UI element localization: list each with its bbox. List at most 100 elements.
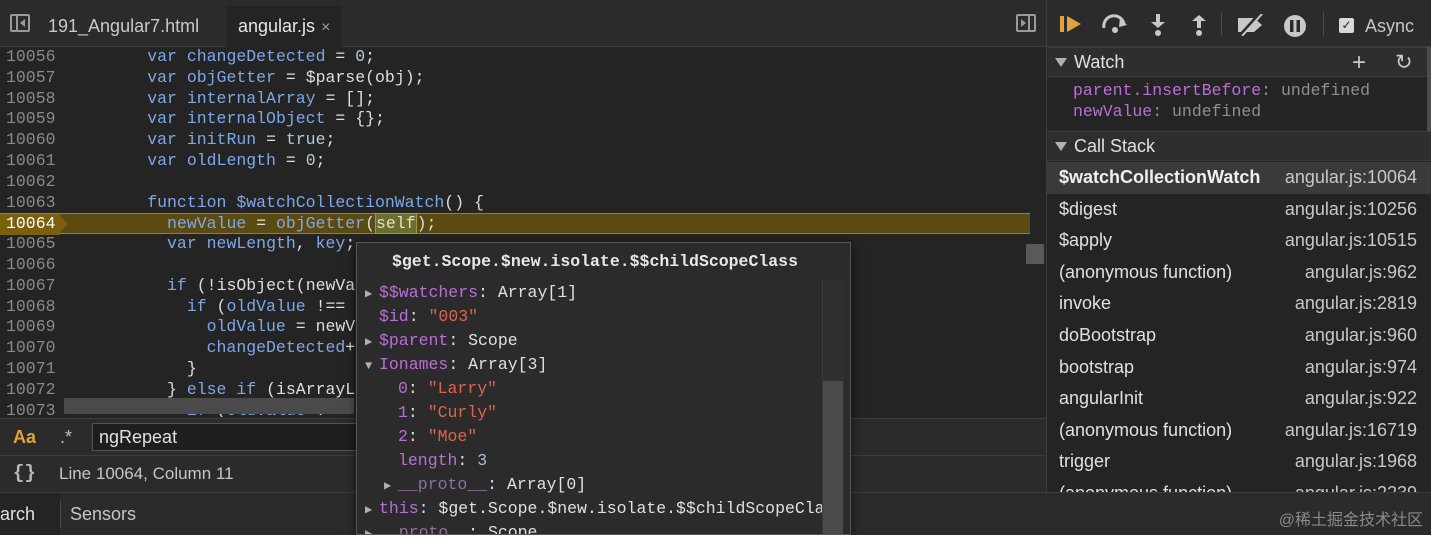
property-row[interactable]: 1: "Curly" <box>384 401 497 425</box>
drawer-tab-search[interactable]: arch <box>0 493 60 535</box>
resume-icon[interactable] <box>1059 14 1085 34</box>
frame-location-link[interactable]: angular.js:10515 <box>1285 225 1417 257</box>
code-line[interactable]: 10058 var internalArray = []; <box>0 89 1030 110</box>
property-row[interactable]: 0: "Larry" <box>384 377 497 401</box>
popover-scrollbar-thumb[interactable] <box>823 381 843 534</box>
call-frame[interactable]: trigger angular.js:1968 <box>1047 446 1431 478</box>
property-row[interactable]: ▼ Ionames: Array[3] <box>365 353 547 377</box>
regex-toggle[interactable]: .* <box>60 427 72 448</box>
frame-location-link[interactable]: angular.js:2819 <box>1295 288 1417 320</box>
watch-section-header[interactable]: Watch + ↻ <box>1047 47 1431 77</box>
call-frame[interactable]: (anonymous function) angular.js:16719 <box>1047 415 1431 447</box>
watch-item[interactable]: newValue: undefined <box>1073 101 1261 122</box>
tab-191-angular7-html[interactable]: 191_Angular7.html <box>36 6 226 47</box>
frame-location-link[interactable]: angular.js:960 <box>1305 320 1417 352</box>
line-number[interactable]: 10067 <box>0 276 62 297</box>
frame-location-link[interactable]: angular.js:922 <box>1305 383 1417 415</box>
async-checkbox[interactable]: ✓ <box>1339 18 1354 33</box>
frame-location-link[interactable]: angular.js:1968 <box>1295 446 1417 478</box>
property-row[interactable]: ▶ $parent: Scope <box>365 329 518 353</box>
line-number[interactable]: 10057 <box>0 68 62 89</box>
step-over-icon[interactable] <box>1101 14 1129 34</box>
frame-function-name: (anonymous function) <box>1059 419 1233 440</box>
watch-item[interactable]: parent.insertBefore: undefined <box>1073 80 1370 101</box>
frame-location-link[interactable]: angular.js:2239 <box>1295 478 1417 492</box>
match-case-toggle[interactable]: Aa <box>13 427 36 448</box>
property-row[interactable]: ▶ this: $get.Scope.$new.isolate.$$childSc… <box>365 497 825 521</box>
call-frame[interactable]: doBootstrap angular.js:960 <box>1047 320 1431 352</box>
line-number[interactable]: 10058 <box>0 89 62 110</box>
line-number[interactable]: 10070 <box>0 338 62 359</box>
collapsed-caret-icon[interactable]: ▶ <box>384 474 398 498</box>
collapse-caret-icon[interactable] <box>1055 58 1067 67</box>
step-out-icon[interactable] <box>1189 14 1209 36</box>
line-number[interactable]: 10063 <box>0 193 62 214</box>
line-number[interactable]: 10066 <box>0 255 62 276</box>
search-input[interactable]: ngRepeat <box>92 423 357 451</box>
property-row[interactable]: ▶ __proto__: Array[0] <box>384 473 586 497</box>
frame-location-link[interactable]: angular.js:10256 <box>1285 194 1417 226</box>
call-frame[interactable]: invoke angular.js:2819 <box>1047 288 1431 320</box>
drawer-tab-sensors[interactable]: Sensors <box>70 493 136 535</box>
code-line[interactable]: 10062 <box>0 172 1030 193</box>
collapsed-caret-icon[interactable]: ▶ <box>365 330 379 354</box>
deactivate-breakpoints-icon[interactable] <box>1236 14 1266 36</box>
pause-on-exceptions-icon[interactable] <box>1283 14 1307 38</box>
watch-scrollbar[interactable] <box>1427 47 1431 131</box>
line-number[interactable]: 10071 <box>0 359 62 380</box>
code-line[interactable]: 10063 function $watchCollectionWatch() { <box>0 193 1030 214</box>
close-tab-icon[interactable]: × <box>321 19 330 36</box>
property-row[interactable]: length: 3 <box>384 449 487 473</box>
line-number[interactable]: 10061 <box>0 151 62 172</box>
horizontal-scrollbar[interactable] <box>64 398 354 414</box>
expanded-caret-icon[interactable]: ▼ <box>365 354 379 378</box>
call-stack-section-header[interactable]: Call Stack <box>1047 131 1431 161</box>
call-frame[interactable]: angularInit angular.js:922 <box>1047 383 1431 415</box>
property-row[interactable]: 2: "Moe" <box>384 425 477 449</box>
property-row[interactable]: ▶ $$watchers: Array[1] <box>365 281 577 305</box>
code-line[interactable]: 10056 var changeDetected = 0; <box>0 47 1030 68</box>
frame-location-link[interactable]: angular.js:10064 <box>1285 162 1417 194</box>
property-row[interactable]: $id: "003" <box>365 305 478 329</box>
line-number[interactable]: 10062 <box>0 172 62 193</box>
code-line[interactable]: 10059 var internalObject = {}; <box>0 109 1030 130</box>
line-number[interactable]: 10059 <box>0 109 62 130</box>
frame-location-link[interactable]: angular.js:974 <box>1305 352 1417 384</box>
line-number[interactable]: 10056 <box>0 47 62 68</box>
call-frame[interactable]: $digest angular.js:10256 <box>1047 194 1431 226</box>
line-number[interactable]: 10068 <box>0 297 62 318</box>
call-frame[interactable]: $watchCollectionWatch angular.js:10064 <box>1047 162 1431 194</box>
pretty-print-icon[interactable]: {} <box>13 462 36 484</box>
refresh-icon[interactable]: ↻ <box>1395 50 1413 75</box>
step-into-icon[interactable] <box>1148 14 1168 36</box>
collapsed-caret-icon[interactable]: ▶ <box>365 522 379 534</box>
collapse-caret-icon[interactable] <box>1055 142 1067 151</box>
property-key: 1 <box>398 403 408 422</box>
code-line[interactable]: 10064 newValue = objGetter(self); <box>0 213 1030 236</box>
line-number[interactable]: 10060 <box>0 130 62 151</box>
tab-angular-js[interactable]: angular.js × <box>226 6 342 47</box>
code-line[interactable]: 10061 var oldLength = 0; <box>0 151 1030 172</box>
add-expression-icon[interactable]: + <box>1352 49 1366 77</box>
property-key: 2 <box>398 427 408 446</box>
code-line[interactable]: 10060 var initRun = true; <box>0 130 1030 151</box>
line-number[interactable]: 10073 <box>0 401 62 417</box>
call-frame[interactable]: (anonymous function) angular.js:2239 <box>1047 478 1431 492</box>
call-frame[interactable]: $apply angular.js:10515 <box>1047 225 1431 257</box>
line-number[interactable]: 10072 <box>0 380 62 401</box>
call-frame[interactable]: (anonymous function) angular.js:962 <box>1047 257 1431 289</box>
line-number[interactable]: 10064 <box>0 214 68 236</box>
call-frame[interactable]: bootstrap angular.js:974 <box>1047 352 1431 384</box>
frame-location-link[interactable]: angular.js:962 <box>1305 257 1417 289</box>
property-row[interactable]: ▶ __proto__: Scope <box>365 521 537 534</box>
line-number[interactable]: 10065 <box>0 234 62 255</box>
collapsed-caret-icon[interactable]: ▶ <box>365 498 379 522</box>
line-number[interactable]: 10069 <box>0 317 62 338</box>
toggle-debugger-icon[interactable] <box>1016 14 1036 32</box>
frame-location-link[interactable]: angular.js:16719 <box>1285 415 1417 447</box>
code-scrollbar-thumb[interactable] <box>1026 244 1044 264</box>
popover-title: $get.Scope.$new.isolate.$$childScopeClas… <box>392 252 798 271</box>
code-line[interactable]: 10057 var objGetter = $parse(obj); <box>0 68 1030 89</box>
collapsed-caret-icon[interactable]: ▶ <box>365 282 379 306</box>
toggle-navigator-icon[interactable] <box>10 14 30 32</box>
